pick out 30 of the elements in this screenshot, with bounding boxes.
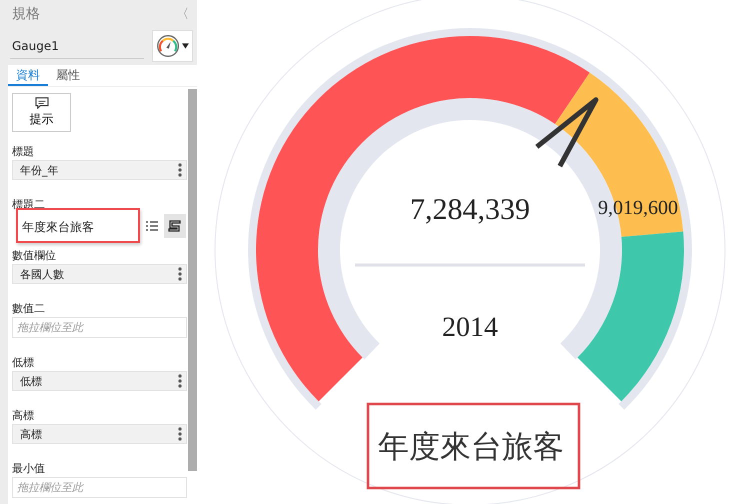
scroll-icon	[168, 220, 182, 232]
select-field[interactable]: 高標	[12, 424, 187, 444]
more-icon[interactable]	[178, 267, 182, 281]
more-icon[interactable]	[178, 374, 182, 388]
select-field[interactable]: 年份_年	[12, 160, 187, 180]
tab[interactable]: 資料	[8, 65, 48, 86]
tab[interactable]: 屬性	[48, 65, 88, 86]
field-label: 高標	[12, 408, 35, 422]
gauge-label: 2014	[442, 312, 498, 343]
field-label: 數值二	[12, 301, 46, 315]
chart-type-button[interactable]	[152, 30, 193, 62]
hint-button[interactable]: 提示	[12, 93, 71, 132]
field-label: 標題	[12, 144, 35, 158]
caret-icon	[182, 43, 189, 49]
field-label: 低標	[12, 355, 35, 369]
panel-title: 規格	[12, 5, 40, 23]
more-icon[interactable]	[178, 427, 182, 441]
name-field[interactable]: Gauge1	[10, 34, 144, 58]
gauge-title: 年度來台旅客	[378, 429, 564, 465]
gauge-value: 7,284,339	[410, 193, 530, 226]
list-icon[interactable]	[146, 221, 158, 231]
field-label: 最小值	[12, 461, 46, 475]
gauge-icon	[156, 32, 180, 60]
select-field[interactable]: 各國人數	[12, 264, 187, 284]
select-field[interactable]: 低標	[12, 371, 187, 391]
comment-icon	[34, 97, 50, 109]
more-icon[interactable]	[178, 163, 182, 177]
format-button[interactable]	[164, 214, 186, 238]
field-label: 數值欄位	[12, 248, 57, 262]
scrollbar[interactable]	[188, 89, 197, 471]
